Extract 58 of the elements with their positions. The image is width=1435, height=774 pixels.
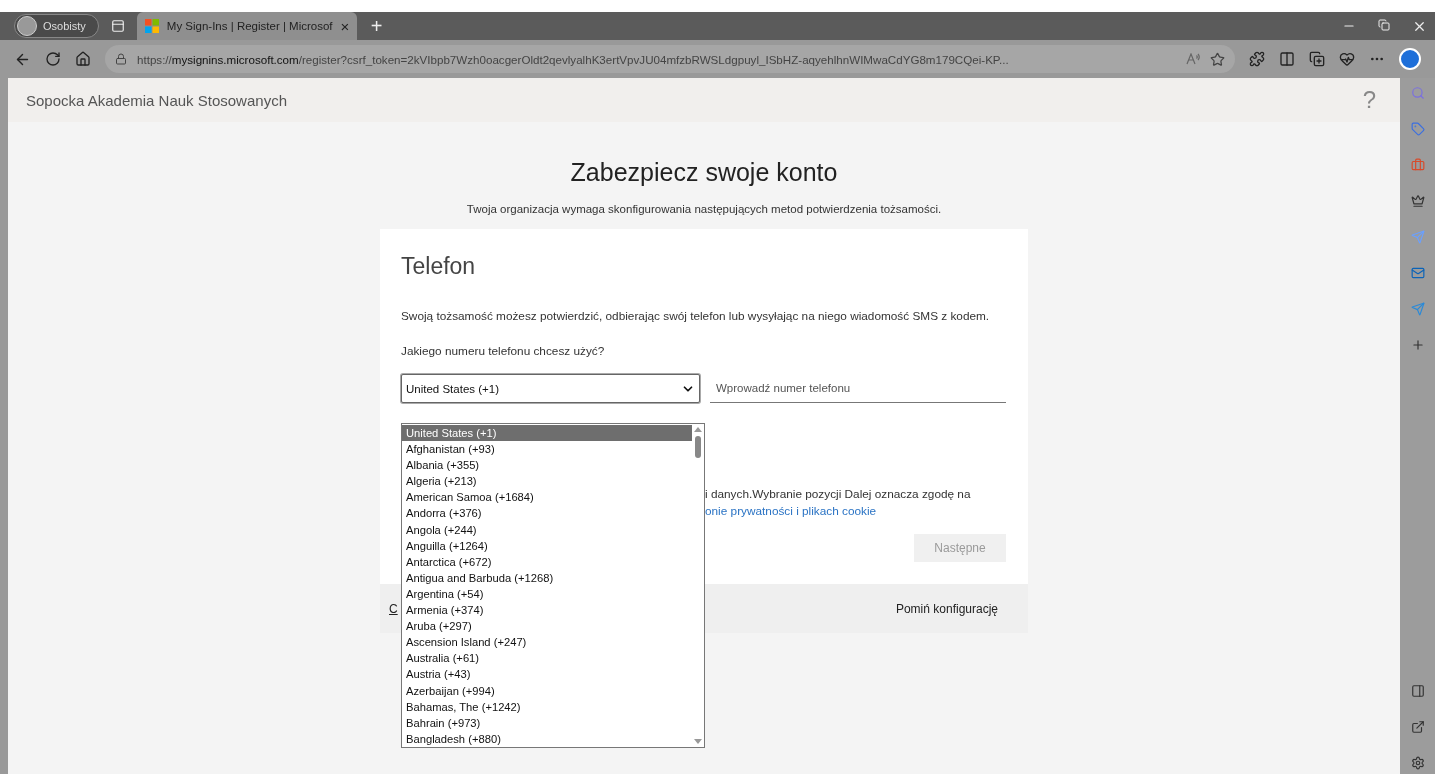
- mail-icon[interactable]: [1410, 266, 1425, 280]
- collections-icon[interactable]: [1309, 51, 1325, 67]
- country-option[interactable]: Bahrain (+973): [402, 714, 692, 731]
- scrollbar-thumb[interactable]: [695, 436, 701, 458]
- extensions-icon[interactable]: [1249, 51, 1265, 67]
- split-screen-icon[interactable]: [1279, 51, 1295, 67]
- add-icon[interactable]: [1410, 338, 1425, 352]
- scroll-down-icon[interactable]: [694, 739, 702, 745]
- country-option[interactable]: American Samoa (+1684): [402, 489, 692, 506]
- country-option[interactable]: Azerbaijan (+994): [402, 682, 692, 699]
- country-option[interactable]: Ascension Island (+247): [402, 634, 692, 651]
- country-option[interactable]: Algeria (+213): [402, 473, 692, 490]
- country-option[interactable]: Bangladesh (+880): [402, 730, 692, 747]
- method-description: Swoją tożsamość możesz potwierdzić, odbierając swój telefon lub wysyłając na niego wiadomość SMS z kodem.: [401, 308, 991, 324]
- consent-text: i danych.Wybranie pozycji Dalej oznacza zgodę na: [705, 487, 972, 501]
- new-tab-button[interactable]: +: [366, 14, 387, 38]
- url-text: https://mysignins.microsoft.com/register?csrf_token=2kVIbpb7Wzh0oacgerOldt2qevlyalhK3ertVpvJU04mfzbRWSLdgpuyl_ISbHZ-aqyehlhnWIMwaCdYG8m179CQei-KP...: [137, 52, 1010, 66]
- country-option[interactable]: Anguilla (+1264): [402, 537, 692, 554]
- country-option[interactable]: Argentina (+54): [402, 585, 692, 603]
- method-heading: Telefon: [401, 253, 477, 280]
- country-option[interactable]: Aruba (+297): [402, 618, 692, 635]
- country-option[interactable]: Angola (+244): [402, 521, 692, 538]
- tab-title: My Sign-Ins | Register | Microsof: [166, 20, 333, 32]
- country-option[interactable]: Australia (+61): [402, 650, 692, 667]
- country-select[interactable]: United States (+1): [401, 374, 700, 403]
- page-title: Zabezpiecz swoje konto: [570, 158, 838, 187]
- footer-link[interactable]: C: [389, 601, 398, 616]
- external-link-icon[interactable]: [1410, 720, 1425, 734]
- refresh-icon[interactable]: [45, 51, 61, 67]
- address-bar[interactable]: https://mysignins.microsoft.com/register?csrf_token=2kVIbpb7Wzh0oacgerOldt2qevlyalhK3ertVpvJU04mfzbRWSLdgpuyl_ISbHZ-aqyehlhnWIMwaCdYG8m179CQei-KP...: [105, 45, 1235, 73]
- health-heart-icon[interactable]: [1339, 51, 1355, 67]
- read-aloud-icon[interactable]: [1186, 53, 1200, 65]
- country-option[interactable]: Armenia (+374): [402, 602, 692, 619]
- country-option[interactable]: Albania (+355): [402, 457, 692, 474]
- organization-name: Sopocka Akademia Nauk Stosowanych: [26, 91, 287, 109]
- country-option[interactable]: Andorra (+376): [402, 505, 692, 522]
- country-option[interactable]: Afghanistan (+93): [402, 441, 692, 458]
- tab-close-button[interactable]: ×: [340, 17, 350, 35]
- sidebar-panel-icon[interactable]: [1410, 684, 1425, 698]
- country-option[interactable]: Antigua and Barbuda (+1268): [402, 569, 692, 586]
- country-option[interactable]: Antarctica (+672): [402, 553, 692, 570]
- scroll-up-icon[interactable]: [694, 426, 702, 432]
- country-option[interactable]: Austria (+43): [402, 666, 692, 683]
- country-option[interactable]: United States (+1): [402, 425, 692, 442]
- home-icon[interactable]: [75, 51, 91, 67]
- windows-logo-icon: [144, 19, 159, 33]
- skip-setup-link[interactable]: Pomiń konfigurację: [895, 601, 998, 616]
- profile-button[interactable]: Osobisty: [14, 14, 99, 38]
- phone-question: Jakiego numeru telefonu chcesz użyć?: [401, 344, 606, 358]
- avatar-icon: [17, 16, 37, 36]
- favorite-star-icon[interactable]: [1210, 51, 1225, 67]
- settings-icon[interactable]: [1410, 756, 1425, 770]
- browser-tab[interactable]: My Sign-Ins | Register | Microsof ×: [136, 12, 357, 40]
- page-subtitle: Twoja organizacja wymaga skonfigurowania następujących metod potwierdzenia tożsamości.: [466, 203, 942, 215]
- lock-icon: [115, 53, 127, 65]
- restore-icon[interactable]: [1378, 18, 1390, 31]
- privacy-link[interactable]: onie prywatności i plikach cookie: [705, 504, 1006, 518]
- country-option[interactable]: Bahamas, The (+1242): [402, 698, 692, 715]
